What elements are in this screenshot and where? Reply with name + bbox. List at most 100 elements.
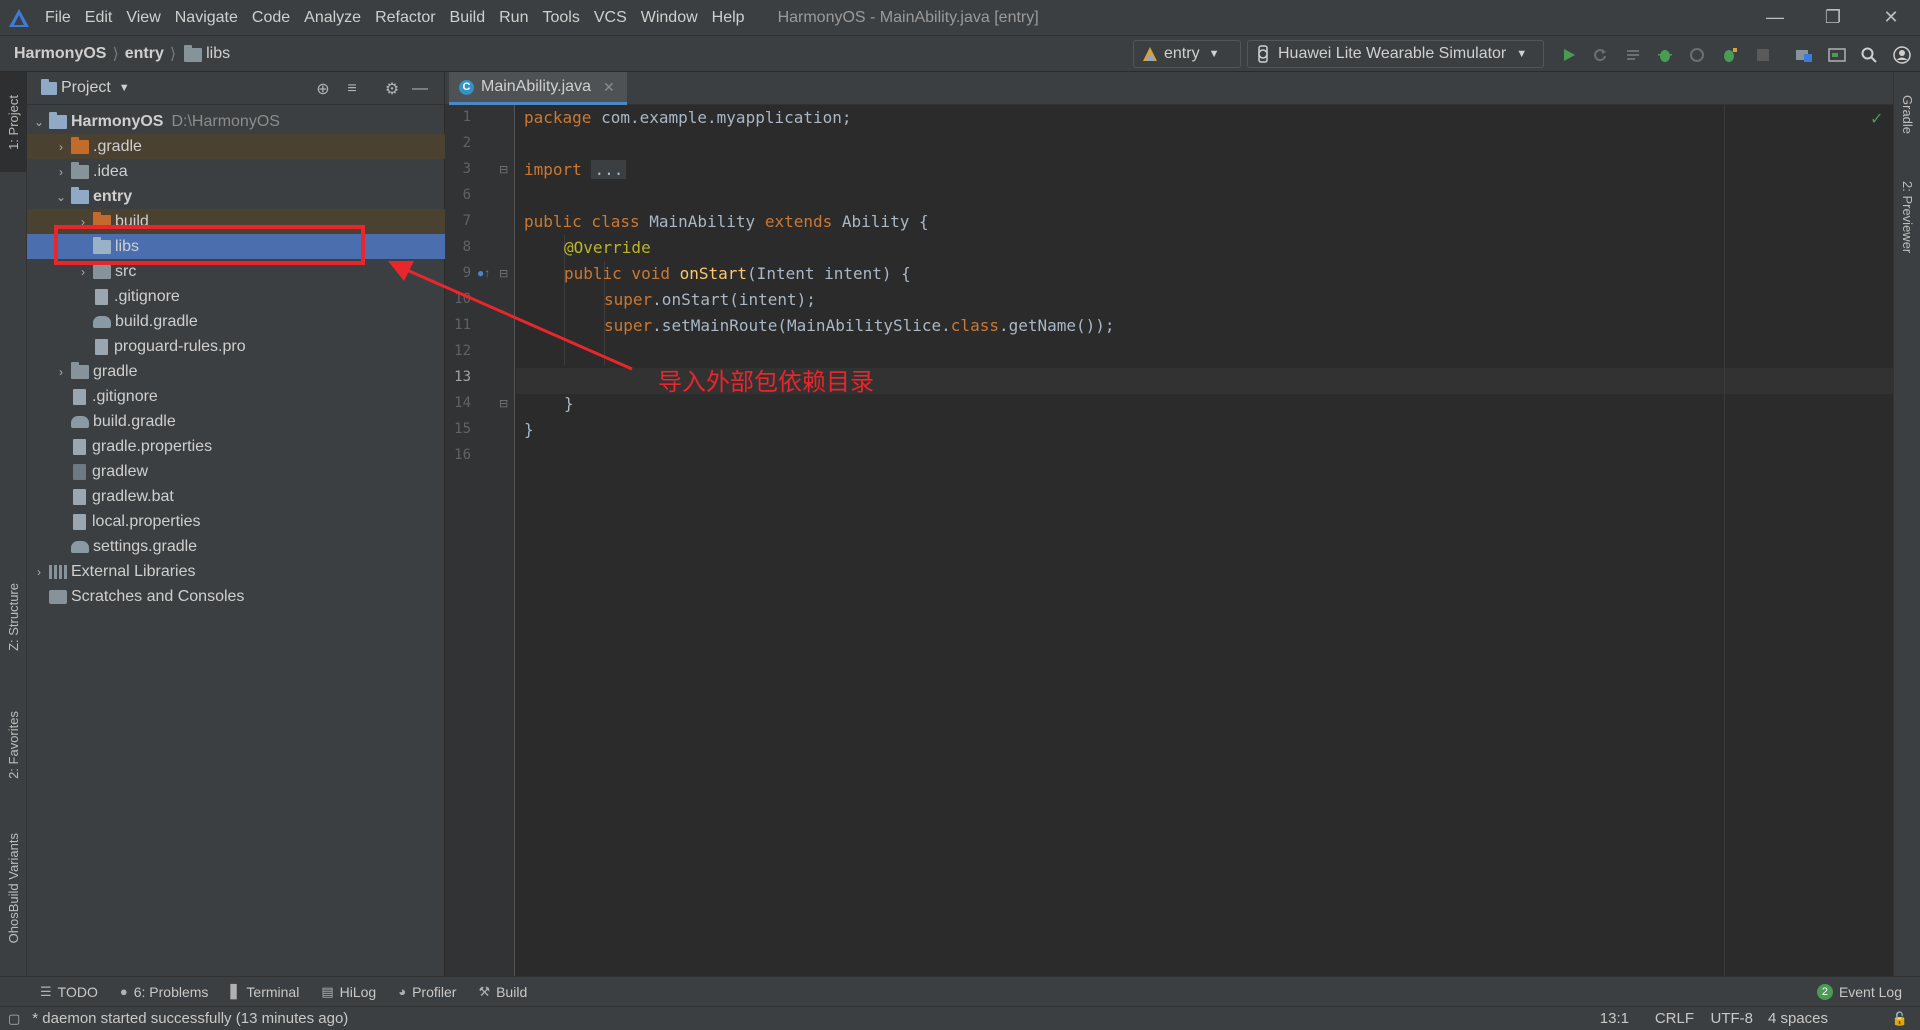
apply-changes-icon[interactable] [1622,44,1644,66]
module-config-select[interactable]: entry ▼ [1133,40,1241,68]
code-editor[interactable]: package com.example.myapplication; impor… [516,105,1893,976]
caret-position[interactable]: 13:1 [1600,1010,1629,1027]
lock-icon[interactable]: 🔓 [1892,1011,1908,1027]
tree-item-build-gradle[interactable]: build.gradle [27,409,445,434]
menu-help[interactable]: Help [705,0,752,35]
tool-hilog[interactable]: ▤ HiLog [321,984,376,1000]
menu-refactor[interactable]: Refactor [368,0,442,35]
indent-setting[interactable]: 4 spaces [1768,1010,1828,1027]
menu-edit[interactable]: Edit [78,0,120,35]
tree-item-gradle-properties[interactable]: gradle.properties [27,434,445,459]
fold-marker-icon[interactable]: ⊟ [499,163,508,176]
attach-debugger-icon[interactable] [1719,44,1741,66]
collapse-all-icon[interactable]: ≡ [341,78,363,100]
device-config-select[interactable]: Huawei Lite Wearable Simulator ▼ [1247,40,1544,68]
project-panel-header: Project ▼ ⊕ ≡ ⚙ — [27,72,444,105]
folder-icon [184,45,203,62]
close-icon[interactable]: ✕ [1862,0,1920,35]
tool-profiler-label: Profiler [412,983,457,1000]
tab-previewer[interactable]: 2: Previewer [1894,162,1920,272]
tool-todo[interactable]: ☰ TODO [40,984,98,1000]
account-icon[interactable] [1891,44,1913,66]
tree-item-gradlew[interactable]: gradlew [27,459,445,484]
rerun-icon[interactable] [1589,44,1611,66]
tree-item-label: .gitignore [114,287,180,305]
stop-icon[interactable] [1752,44,1774,66]
tab-mainability-java[interactable]: C MainAbility.java ✕ [449,72,627,105]
menu-vcs[interactable]: VCS [587,0,634,35]
menu-window[interactable]: Window [634,0,705,35]
folded-imports[interactable]: ... [591,160,627,179]
tree-item-gradlew-bat[interactable]: gradlew.bat [27,484,445,509]
tool-problems[interactable]: ● 6: Problems [120,984,209,1000]
search-icon[interactable] [1858,44,1880,66]
breadcrumb-folder[interactable]: libs [206,45,230,63]
chevron-right-icon[interactable]: › [53,365,69,379]
chevron-right-icon[interactable]: › [53,140,69,154]
tree-item-gradle-dir[interactable]: › .gradle [27,134,445,159]
tree-item-scratches[interactable]: Scratches and Consoles [27,584,445,609]
event-count-badge: 2 [1816,983,1833,1000]
scratches-icon [49,589,67,604]
tree-item-local-properties[interactable]: local.properties [27,509,445,534]
tab-project[interactable]: 1: Project [0,72,27,172]
tree-item-idea[interactable]: › .idea [27,159,445,184]
menu-build[interactable]: Build [443,0,493,35]
device-config-label: Huawei Lite Wearable Simulator [1278,45,1507,62]
tool-event-log[interactable]: 2 Event Log [1816,983,1902,1000]
status-message[interactable]: * daemon started successfully (13 minute… [32,1010,348,1027]
gauge-icon: ◕ [398,984,407,999]
status-panel-icon[interactable]: ▢ [8,1011,20,1027]
module-folder-icon [49,111,67,129]
code-token: extends [764,212,833,231]
tab-structure[interactable]: Z: Structure [0,562,27,672]
menu-view[interactable]: View [119,0,167,35]
chevron-right-icon[interactable]: › [75,265,91,279]
run-icon[interactable] [1558,44,1580,66]
fold-marker-icon[interactable]: ⊟ [499,397,508,410]
chevron-right-icon[interactable]: › [53,165,69,179]
debug-icon[interactable] [1654,44,1676,66]
tool-build[interactable]: ⚒ Build [478,984,527,1000]
gear-icon[interactable]: ⚙ [381,78,403,100]
hide-panel-icon[interactable]: — [409,78,431,100]
tree-item-entry[interactable]: ⌄ entry [27,184,445,209]
menu-analyze[interactable]: Analyze [297,0,368,35]
breadcrumb-module[interactable]: entry [125,45,164,63]
menu-run[interactable]: Run [492,0,535,35]
menu-file[interactable]: File [38,0,78,35]
tree-item-external-libraries[interactable]: › External Libraries [27,559,445,584]
tool-profiler[interactable]: ◕ Profiler [398,984,456,1000]
menu-code[interactable]: Code [245,0,297,35]
tab-gradle[interactable]: Gradle [1894,80,1920,150]
close-tab-icon[interactable]: ✕ [603,79,615,96]
chevron-right-icon[interactable]: › [31,565,47,579]
file-encoding[interactable]: UTF-8 [1711,1010,1754,1027]
tool-terminal[interactable]: ▋ Terminal [230,984,299,1000]
tool-problems-label: 6: Problems [133,983,209,1000]
editor-tab-bar: C MainAbility.java ✕ [445,72,1893,105]
breadcrumb-project[interactable]: HarmonyOS [14,45,106,63]
log-icon: ▤ [321,983,334,999]
restore-icon[interactable]: ❐ [1804,0,1862,35]
chevron-down-icon[interactable]: ⌄ [31,115,47,129]
tree-item-settings-gradle[interactable]: settings.gradle [27,534,445,559]
java-class-icon: C [459,79,474,95]
device-manager-icon[interactable] [1826,44,1848,66]
project-structure-icon[interactable] [1793,44,1815,66]
project-view-select[interactable]: Project [61,79,111,97]
minimize-icon[interactable]: — [1746,0,1804,35]
locate-icon[interactable]: ⊕ [312,78,334,100]
menu-tools[interactable]: Tools [535,0,586,35]
tool-hilog-label: HiLog [339,983,377,1000]
dropdown-arrow-icon[interactable]: ▼ [119,82,130,94]
tab-build-variants[interactable]: OhosBuild Variants [0,818,27,958]
line-separator[interactable]: CRLF [1655,1010,1694,1027]
profile-icon[interactable] [1686,44,1708,66]
menu-navigate[interactable]: Navigate [168,0,245,35]
chevron-down-icon[interactable]: ⌄ [53,190,69,204]
tree-item-gitignore[interactable]: .gitignore [27,384,445,409]
inspection-ok-icon[interactable]: ✓ [1870,109,1883,129]
tab-favorites[interactable]: 2: Favorites [0,690,27,800]
tree-item-root[interactable]: ⌄ HarmonyOS D:\HarmonyOS [27,109,445,134]
